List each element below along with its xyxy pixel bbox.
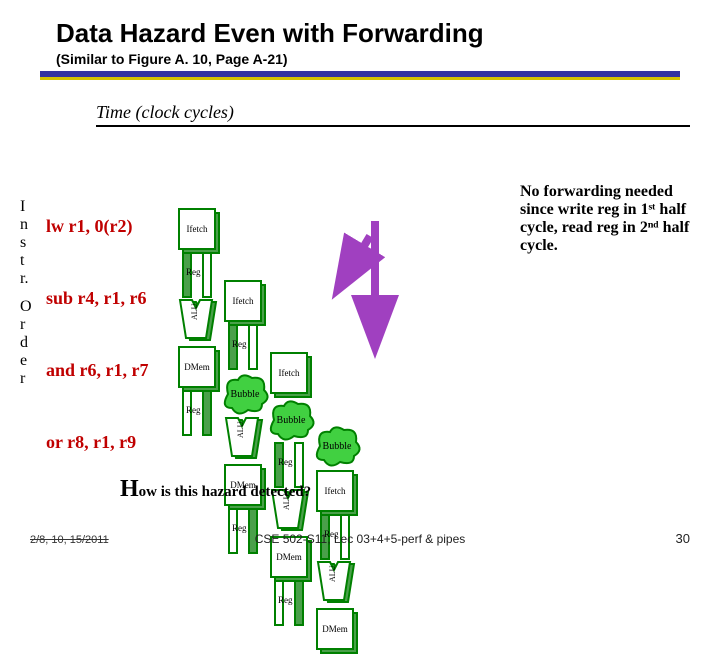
- slide-subtitle: (Similar to Figure A. 10, Page A-21): [56, 51, 720, 67]
- time-axis-line: [96, 125, 690, 127]
- instruction-text: lw r1, 0(r2): [46, 216, 132, 237]
- instruction-text: sub r4, r1, r6: [46, 288, 147, 309]
- stage-dmem: DMem: [314, 604, 360, 650]
- stage-ifetch: Ifetch: [222, 276, 268, 322]
- footer-text: CSE 502-S11, Lec 03+4+5-perf & pipes: [0, 532, 720, 546]
- stage-reg: Reg: [222, 322, 268, 368]
- stage-alu: ALU: [314, 558, 360, 604]
- instruction-text: and r6, r1, r7: [46, 360, 149, 381]
- stage-reg-wb: Reg: [268, 578, 314, 624]
- svg-text:Bubble: Bubble: [323, 441, 352, 452]
- time-axis-label: Time (clock cycles): [96, 102, 720, 123]
- stage-bubble: Bubble: [222, 368, 268, 414]
- stage-ifetch: Ifetch: [176, 204, 222, 250]
- stage-dmem: DMem: [176, 342, 222, 388]
- stage-reg: Reg: [176, 250, 222, 296]
- annotation-note: No forwarding needed since write reg in …: [520, 183, 698, 255]
- page-number: 30: [676, 531, 690, 546]
- instruction-text: or r8, r1, r9: [46, 432, 136, 453]
- slide-title: Data Hazard Even with Forwarding: [56, 18, 720, 49]
- instruction-order-label: Instr. Order: [20, 198, 32, 388]
- question-text: How is this hazard detected?: [120, 476, 311, 503]
- stage-ifetch: Ifetch: [268, 348, 314, 394]
- svg-text:Bubble: Bubble: [277, 415, 306, 426]
- forwarding-arrow: [350, 213, 410, 368]
- stage-bubble: Bubble: [314, 420, 360, 466]
- stage-alu: ALU: [222, 414, 268, 460]
- stage-reg-wb: Reg: [176, 388, 222, 434]
- stage-alu: ALU: [176, 296, 222, 342]
- divider-yellow: [40, 77, 680, 80]
- stage-ifetch: Ifetch: [314, 466, 360, 512]
- stage-bubble: Bubble: [268, 394, 314, 440]
- svg-text:Bubble: Bubble: [231, 389, 260, 400]
